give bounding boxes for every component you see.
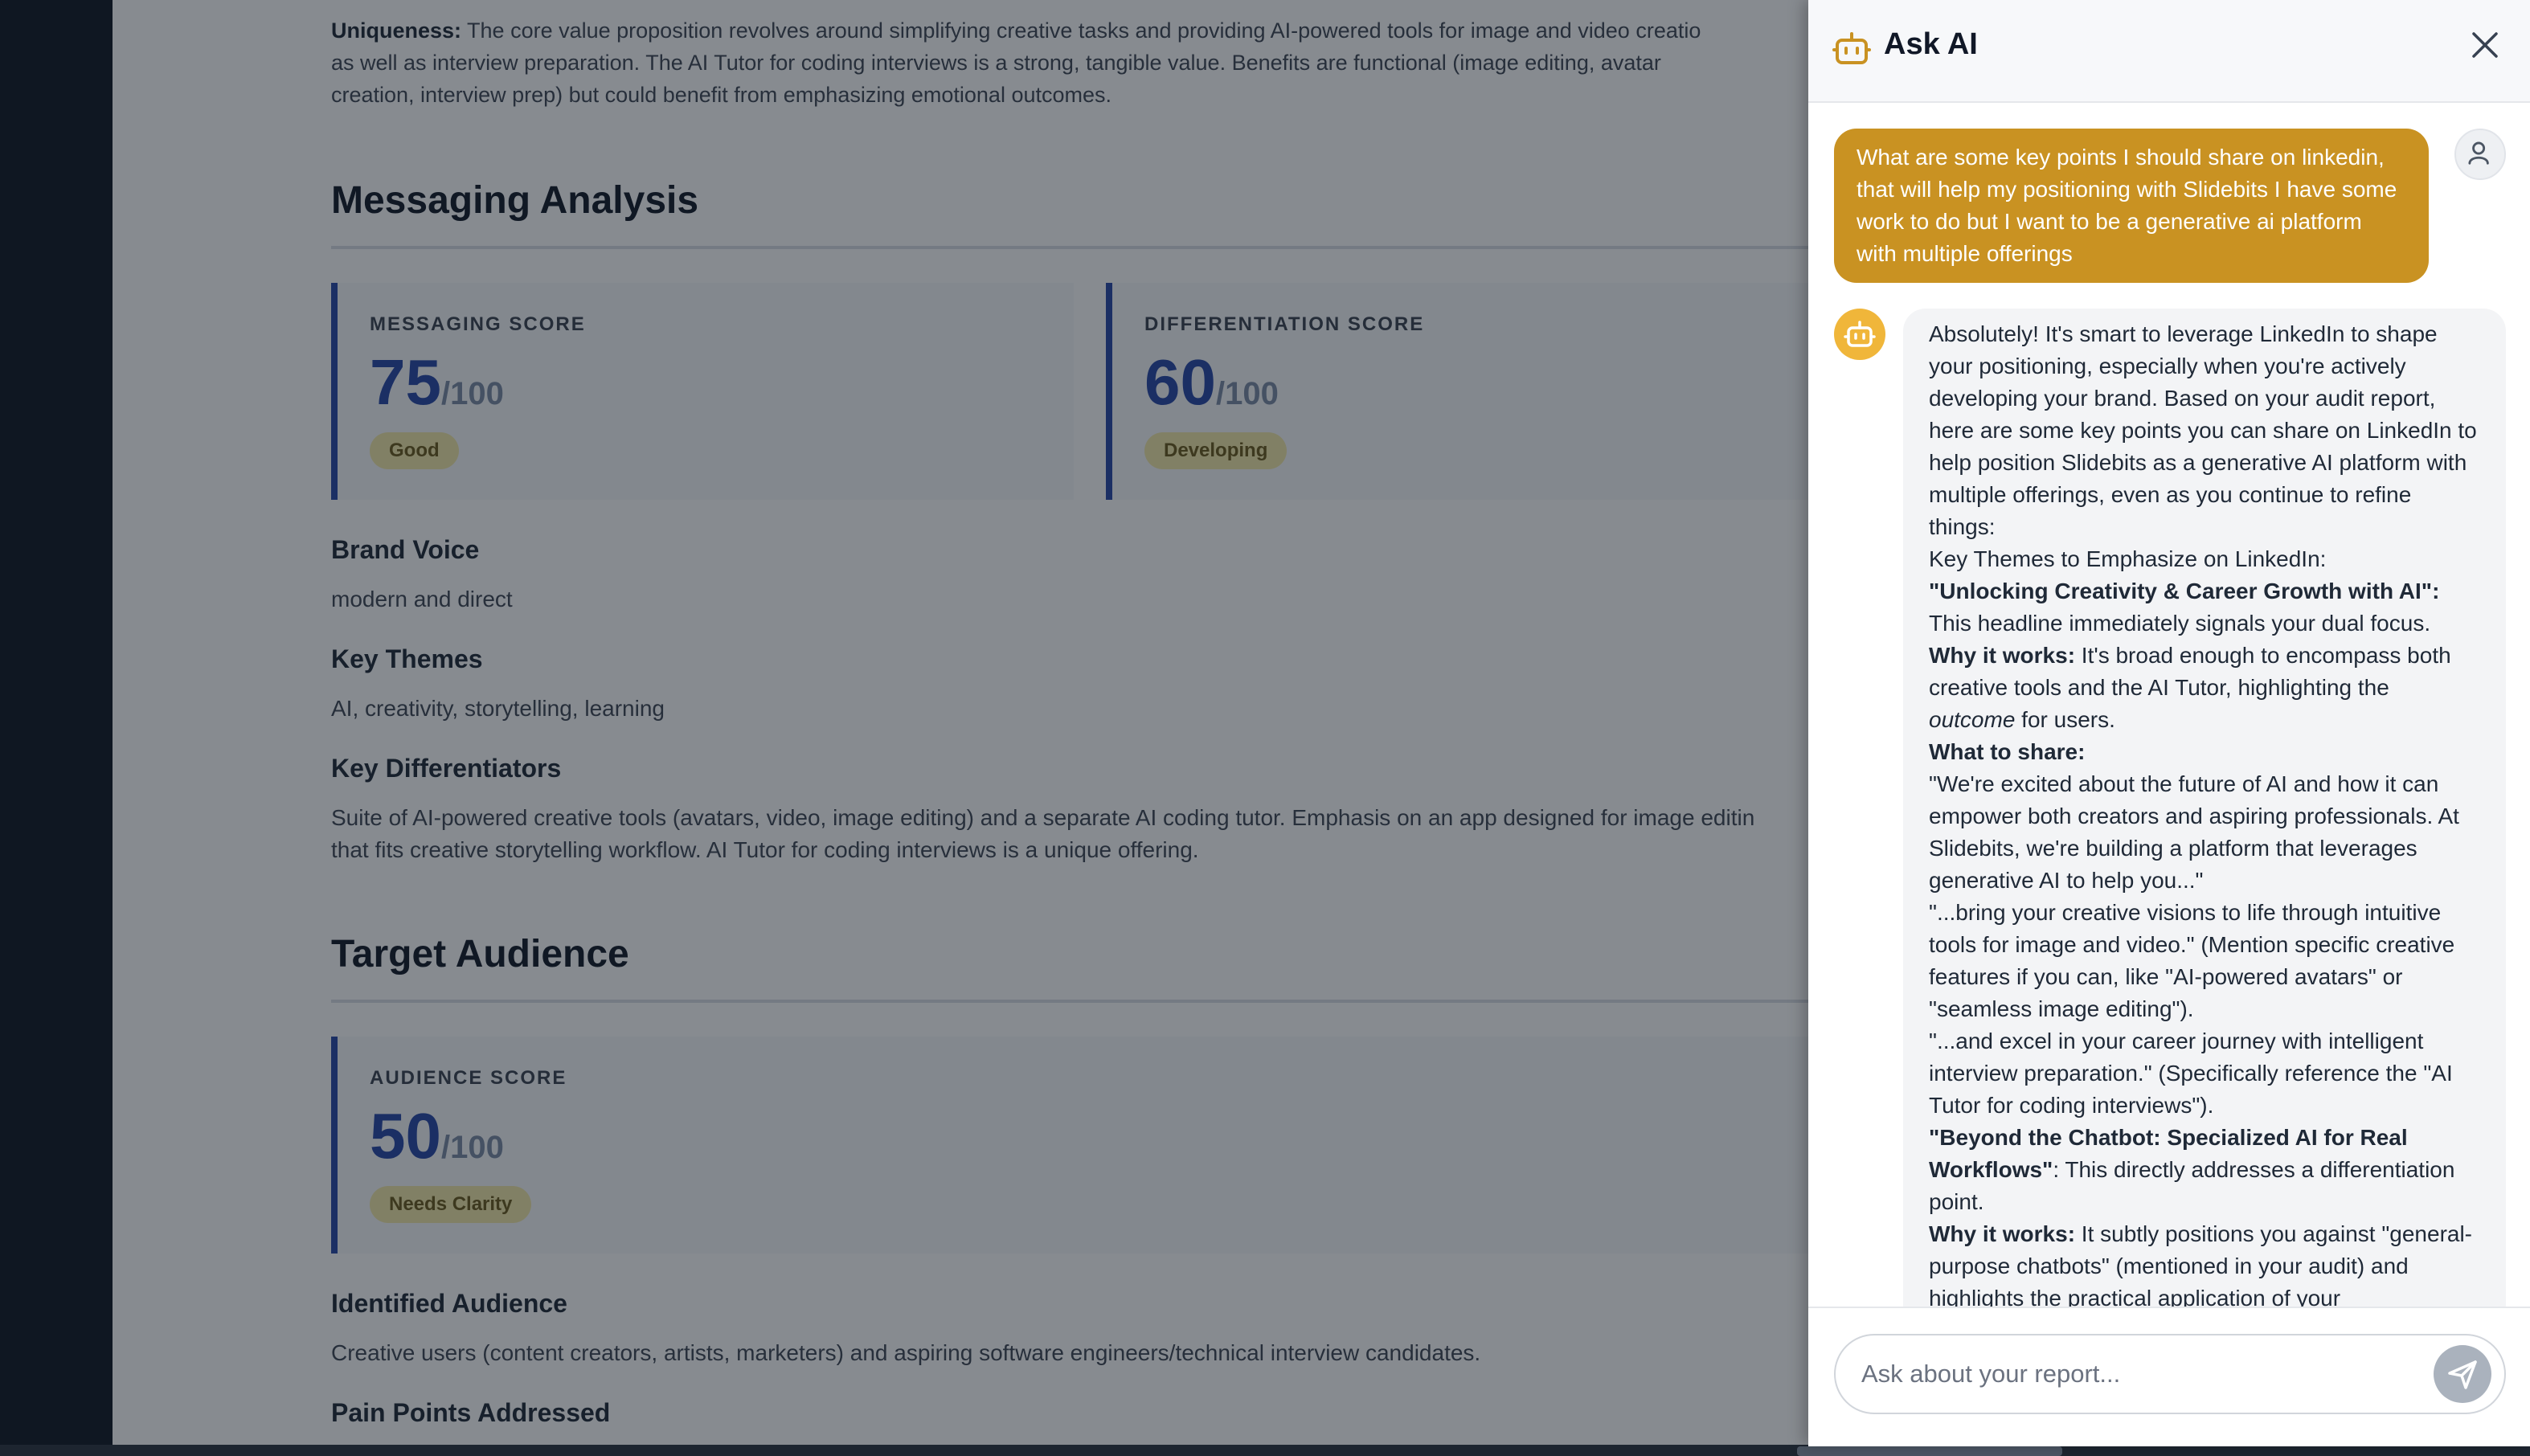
what-label: What to share:: [1929, 739, 2086, 764]
panel-header: Ask AI: [1808, 0, 2530, 103]
bot-quote-2: "...bring your creative visions to life …: [1929, 900, 2455, 1021]
user-avatar: [2454, 129, 2506, 180]
bot-message-bubble: Absolutely! It's smart to leverage Linke…: [1903, 309, 2506, 1321]
point-title: "Unlocking Creativity & Career Growth wi…: [1929, 579, 2440, 603]
send-button[interactable]: [2434, 1345, 2491, 1403]
ask-ai-panel: Ask AI What are some key points I should…: [1808, 0, 2530, 1446]
why-label: Why it works:: [1929, 643, 2076, 668]
bot-intro: Absolutely! It's smart to leverage Linke…: [1929, 321, 2477, 539]
modal-backdrop[interactable]: [113, 0, 1921, 1445]
robot-icon: [1844, 321, 1876, 347]
chat-input[interactable]: [1834, 1334, 2506, 1414]
why-text: for users.: [2015, 707, 2115, 732]
bot-quote-3: "...and excel in your career journey wit…: [1929, 1029, 2453, 1118]
user-message-bubble: What are some key points I should share …: [1834, 129, 2429, 283]
bot-why-1: Why it works: It's broad enough to encom…: [1929, 640, 2480, 736]
robot-icon: [1832, 32, 1871, 64]
close-icon[interactable]: [2466, 26, 2504, 64]
bot-why-2: Why it works: It subtly positions you ag…: [1929, 1218, 2480, 1315]
bot-what-label: What to share:: [1929, 736, 2480, 768]
why-label: Why it works:: [1929, 1221, 2076, 1246]
left-sidebar: [0, 0, 113, 1456]
bot-quote-1: "We're excited about the future of AI an…: [1929, 771, 2459, 893]
taskbar-thumbnail: [1797, 1446, 2062, 1456]
bot-avatar: [1834, 309, 1885, 360]
bottom-taskbar: [0, 1445, 2530, 1456]
bot-point-1: "Unlocking Creativity & Career Growth wi…: [1929, 575, 2480, 607]
send-icon: [2448, 1360, 2477, 1389]
bot-point-1-text: This headline immediately signals your d…: [1929, 611, 2431, 636]
bot-themes-heading: Key Themes to Emphasize on LinkedIn:: [1929, 546, 2327, 571]
user-icon: [2468, 141, 2489, 165]
bot-point-2: "Beyond the Chatbot: Specialized AI for …: [1929, 1122, 2480, 1218]
why-emphasis: outcome: [1929, 707, 2016, 732]
panel-title: Ask AI: [1884, 27, 1978, 61]
